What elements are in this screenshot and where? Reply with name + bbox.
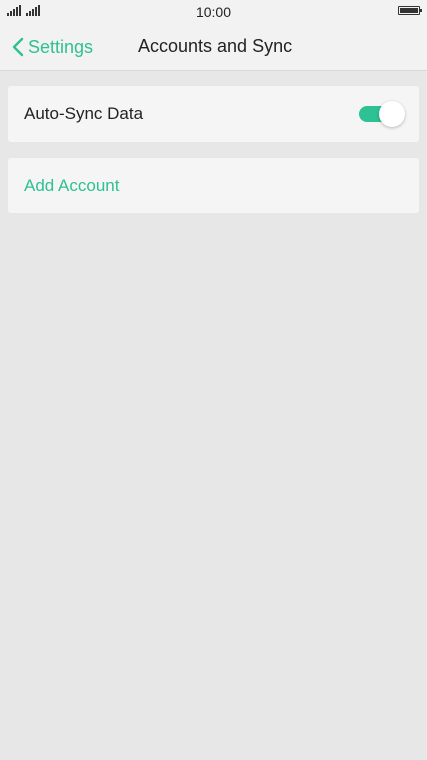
page-title: Accounts and Sync: [138, 36, 293, 56]
battery-icon: [398, 6, 422, 15]
header: Settings Accounts and Sync: [0, 24, 427, 71]
toggle-knob: [379, 101, 405, 127]
status-time: 10:00: [195, 4, 232, 20]
add-account-label: Add Account: [24, 176, 120, 195]
auto-sync-row: Auto-Sync Data: [8, 86, 419, 142]
back-label: Settings: [28, 36, 94, 57]
status-bar: 10:00: [0, 0, 427, 24]
add-account-button[interactable]: Add Account: [8, 158, 419, 213]
back-button[interactable]: Settings: [12, 34, 93, 60]
chevron-left-icon: [12, 37, 28, 57]
auto-sync-toggle[interactable]: [357, 100, 405, 128]
auto-sync-label: Auto-Sync Data: [24, 104, 144, 123]
